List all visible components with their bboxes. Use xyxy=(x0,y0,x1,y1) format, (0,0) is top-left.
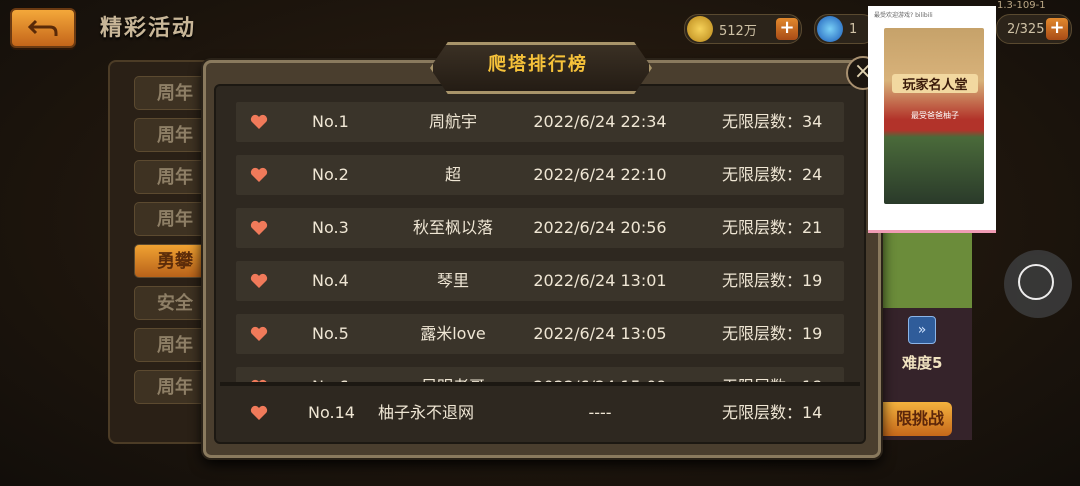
banner-art xyxy=(878,230,972,308)
my-player-name: 柚子永不退网 xyxy=(377,403,474,422)
floor-score: 无限层数：21 xyxy=(722,218,823,237)
floor-score: 无限层数：18 xyxy=(722,367,822,382)
heart-icon xyxy=(250,114,268,129)
challenge-button[interactable]: 限挑战 xyxy=(876,402,952,436)
heart-icon xyxy=(250,273,268,288)
player-name: 露米love xyxy=(420,324,486,343)
floor-score: 无限层数：19 xyxy=(722,271,823,290)
add-gold-button[interactable]: + xyxy=(776,18,798,40)
heart-icon xyxy=(250,167,268,182)
floor-score: 无限层数：19 xyxy=(722,324,823,343)
record-time: 2022/6/24 13:01 xyxy=(533,271,667,290)
player-name: 超 xyxy=(444,165,461,184)
floating-assist-button[interactable] xyxy=(1004,250,1072,318)
stage-label: 1.3-109-1 xyxy=(997,0,1046,11)
player-name: 秋至枫以落 xyxy=(412,218,493,237)
record-time: 2022/6/24 22:10 xyxy=(533,165,667,184)
divider xyxy=(220,382,860,386)
add-stamina-button[interactable]: + xyxy=(1046,18,1068,40)
modal-title: 爬塔排行榜 xyxy=(488,54,588,75)
floor-score: 无限层数：34 xyxy=(722,112,823,131)
coin-icon xyxy=(687,16,713,42)
my-record-time: ---- xyxy=(588,403,612,422)
rank: No.4 xyxy=(312,271,349,290)
gem-counter: 1 xyxy=(814,14,876,44)
floor-score: 无限层数：24 xyxy=(722,165,823,184)
gem-value: 1 xyxy=(849,21,858,37)
ad-header: 最受欢迎游戏? bilibili xyxy=(874,12,933,19)
leaderboard-row: No.6 昼明老哥 2022/6/24 15:09 无限层数：18 xyxy=(236,367,844,382)
gold-counter: 512万 + xyxy=(684,14,802,44)
my-rank: No.14 xyxy=(308,403,355,422)
leaderboard-row: No.2 超 2022/6/24 22:10 无限层数：24 xyxy=(236,155,844,195)
leaderboard-row: No.4 琴里 2022/6/24 13:01 无限层数：19 xyxy=(236,261,844,301)
player-name: 周航宇 xyxy=(428,112,477,131)
heart-icon xyxy=(250,326,268,341)
rank: No.1 xyxy=(312,112,349,131)
stamina-value: 2/325 xyxy=(1007,21,1045,37)
leaderboard-row: No.3 秋至枫以落 2022/6/24 20:56 无限层数：21 xyxy=(236,208,844,248)
back-button[interactable] xyxy=(10,8,76,48)
player-name: 昼明老哥 xyxy=(398,367,508,382)
record-time: 2022/6/24 20:56 xyxy=(533,218,667,237)
gold-value: 512万 xyxy=(719,23,757,39)
leaderboard-list[interactable]: No.1 周航宇 2022/6/24 22:34 无限层数：34 No.2 超 … xyxy=(222,92,854,382)
ad-subtext: 最受爸爸柚子 xyxy=(911,111,959,120)
rank: No.2 xyxy=(312,165,349,184)
record-time: 2022/6/24 15:09 xyxy=(532,367,668,382)
stamina-counter: 2/325 + xyxy=(996,14,1072,44)
ad-overlay[interactable]: 最受欢迎游戏? bilibili 玩家名人堂 最受爸爸柚子 xyxy=(868,6,996,233)
page-title: 精彩活动 xyxy=(100,16,197,41)
rank: No.6 xyxy=(312,367,349,382)
my-rank-row: No.14 柚子永不退网 ---- 无限层数：14 xyxy=(236,392,844,434)
record-time: 2022/6/24 13:05 xyxy=(533,324,667,343)
leaderboard-row: No.1 周航宇 2022/6/24 22:34 无限层数：34 xyxy=(236,102,844,142)
difficulty-label: 难度5 xyxy=(902,354,943,372)
rank: No.5 xyxy=(312,324,349,343)
leaderboard-row: No.5 露米love 2022/6/24 13:05 无限层数：19 xyxy=(236,314,844,354)
heart-icon xyxy=(250,220,268,235)
rank: No.3 xyxy=(312,218,349,237)
return-arrow-icon xyxy=(27,19,58,36)
gem-icon xyxy=(817,16,843,42)
ad-headline: 玩家名人堂 xyxy=(892,74,978,93)
my-floor-score: 无限层数：14 xyxy=(722,403,823,422)
record-time: 2022/6/24 22:34 xyxy=(533,112,667,131)
heart-icon xyxy=(250,405,268,420)
player-name: 琴里 xyxy=(436,271,469,290)
next-difficulty-icon[interactable]: » xyxy=(908,316,936,344)
circle-icon xyxy=(1018,264,1054,300)
